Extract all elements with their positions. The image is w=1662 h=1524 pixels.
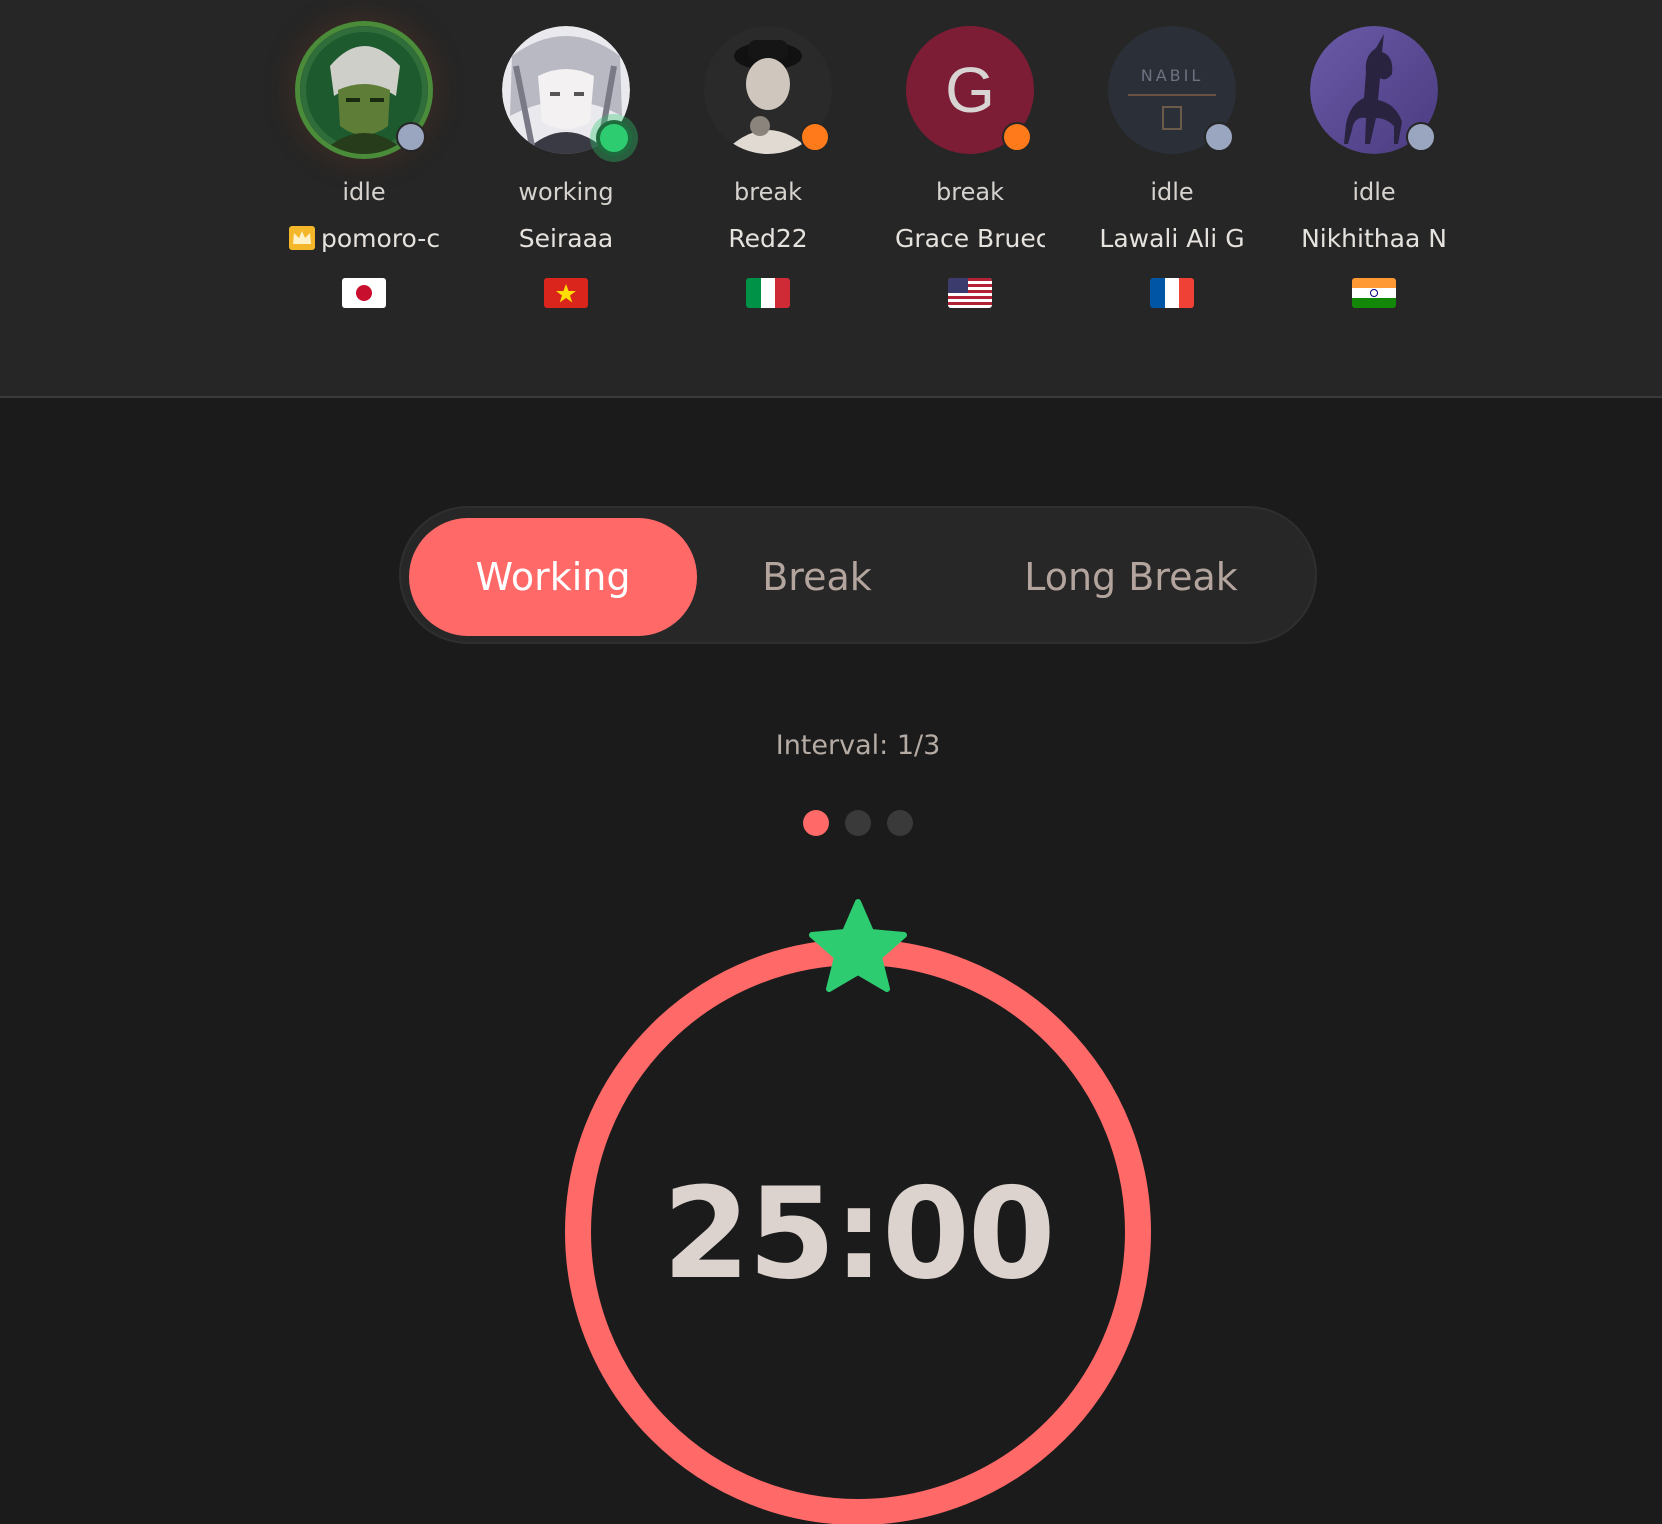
flag-vietnam-icon	[544, 278, 588, 308]
flag-united-states-icon	[948, 278, 992, 308]
status-dot	[1002, 122, 1032, 152]
status-dot	[1406, 122, 1436, 152]
flag-france-icon	[1150, 278, 1194, 308]
interval-dot	[887, 810, 913, 836]
interval-dot	[845, 810, 871, 836]
avatar-logo-text: NABIL	[1140, 66, 1204, 85]
status-dot	[800, 122, 830, 152]
status-dot	[596, 120, 632, 156]
star-marker-icon[interactable]	[809, 899, 907, 992]
members-panel: idle pomoro-c working Seiraaa break Red2…	[0, 0, 1662, 398]
avatar[interactable]	[502, 26, 632, 156]
member-card[interactable]: working Seiraaa	[476, 26, 656, 308]
member-name: Nikhithaa N	[1301, 224, 1447, 253]
member-name: Lawali Ali G	[1099, 224, 1245, 253]
member-name: Seiraaa	[518, 224, 614, 253]
crown-icon	[289, 226, 315, 250]
member-status: idle	[342, 178, 386, 206]
member-card[interactable]: idle pomoro-c	[274, 26, 454, 308]
interval-label: Interval: 1/3	[775, 730, 941, 761]
interval-dots	[0, 810, 1662, 836]
member-status: working	[518, 178, 614, 206]
member-status: break	[936, 178, 1004, 206]
avatar[interactable]	[704, 26, 832, 154]
flag-italy-icon	[746, 278, 790, 308]
member-card[interactable]: break Red22	[678, 26, 858, 308]
avatar[interactable]: NABIL	[1108, 26, 1236, 154]
member-card[interactable]: G break Grace Bruec	[880, 26, 1060, 308]
member-name: Red22	[728, 224, 808, 253]
mode-long-break-button[interactable]: Long Break	[961, 518, 1301, 636]
member-card[interactable]: NABIL idle Lawali Ali G	[1082, 26, 1262, 308]
status-dot	[396, 122, 426, 152]
interval-dot	[803, 810, 829, 836]
status-dot	[1204, 122, 1234, 152]
avatar[interactable]	[300, 26, 428, 154]
avatar[interactable]: G	[906, 26, 1034, 154]
member-status: idle	[1352, 178, 1396, 206]
avatar-initial: G	[945, 54, 995, 126]
mode-break-button[interactable]: Break	[697, 518, 937, 636]
timer-display: 25:00	[662, 1160, 1055, 1307]
member-status: idle	[1150, 178, 1194, 206]
avatar[interactable]	[1310, 26, 1438, 154]
member-status: break	[734, 178, 802, 206]
flag-india-icon	[1352, 278, 1396, 308]
mode-working-button[interactable]: Working	[409, 518, 697, 636]
member-name: pomoro-c	[321, 224, 439, 253]
member-card[interactable]: idle Nikhithaa N	[1284, 26, 1464, 308]
flag-japan-icon	[342, 278, 386, 308]
member-name: Grace Bruec	[895, 224, 1045, 253]
mode-selector: Working Break Long Break	[399, 506, 1317, 644]
